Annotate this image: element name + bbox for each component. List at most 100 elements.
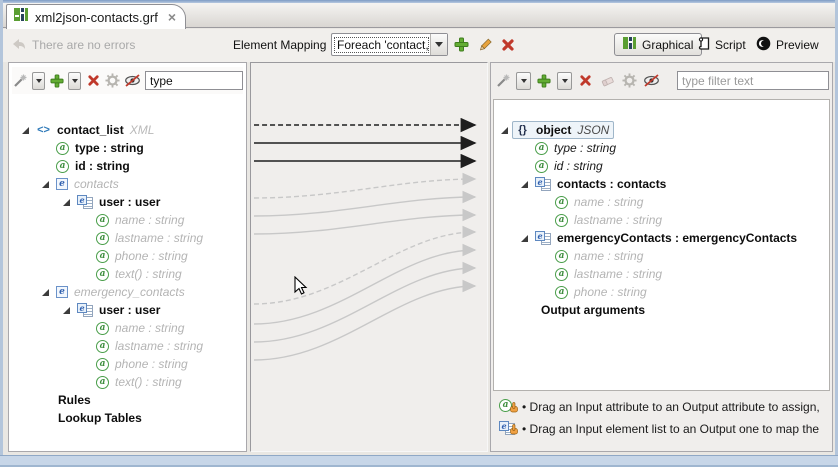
node-box: aphone : string <box>552 283 652 301</box>
mapping-line-phone-to-phone[interactable] <box>254 286 475 360</box>
editor-tab[interactable]: xml2json-contacts.grf × <box>6 4 186 29</box>
add-mapping-button[interactable] <box>453 36 470 53</box>
node-box: aname : string <box>93 211 189 229</box>
window-frame <box>0 455 838 467</box>
expand-arrow-icon[interactable] <box>521 181 528 188</box>
expand-arrow-icon[interactable] <box>42 289 49 296</box>
tree-node-text-string[interactable]: atext() : string <box>9 265 246 283</box>
expand-arrow-icon[interactable] <box>22 127 29 134</box>
tree-node-contact-list[interactable]: <>contact_listXML <box>9 121 246 139</box>
node-box: aphone : string <box>93 355 193 373</box>
xml-root-icon: <> <box>36 124 51 136</box>
hint-text: • Drag an Input attribute to an Output a… <box>522 400 820 414</box>
edit-mapping-pencil-icon[interactable] <box>476 36 493 53</box>
tree-section-output-arguments[interactable]: Output arguments <box>491 301 832 319</box>
tree-node-phone-string[interactable]: aphone : string <box>9 355 246 373</box>
node-label: lastname : string <box>115 229 203 247</box>
delete-mapping-button[interactable] <box>499 36 516 53</box>
expand-arrow-icon[interactable] <box>63 307 70 314</box>
node-box: eemergency_contacts <box>53 283 190 301</box>
tree-node-lastname-string[interactable]: alastname : string <box>491 211 832 229</box>
tree-node-name-string[interactable]: aname : string <box>9 211 246 229</box>
tree-node-text-string[interactable]: atext() : string <box>9 373 246 391</box>
mapping-editor-window: xml2json-contacts.grf × There are no err… <box>0 0 838 467</box>
tree-node-emergencycontacts-emergencycontacts[interactable]: eemergencyContacts : emergencyContacts <box>491 229 832 247</box>
tree-node-id-string[interactable]: aid : string <box>9 157 246 175</box>
attribute-icon: a <box>96 340 109 353</box>
attribute-icon: a <box>555 196 568 209</box>
tree-node-lastname-string[interactable]: alastname : string <box>9 337 246 355</box>
tree-node-lastname-string[interactable]: alastname : string <box>491 265 832 283</box>
tree-section-lookup-tables[interactable]: Lookup Tables <box>9 409 246 427</box>
element-list-drag-icon: e <box>499 421 517 438</box>
node-box: a phone : string <box>93 247 193 265</box>
editor-tab-strip: xml2json-contacts.grf × <box>3 3 835 28</box>
tree-node-lastname-string[interactable]: alastname : string <box>9 229 246 247</box>
tree-section-rules[interactable]: Rules <box>9 391 246 409</box>
tab-close-icon[interactable]: × <box>168 10 176 24</box>
tree-node-emergency-contacts[interactable]: eemergency_contacts <box>9 283 246 301</box>
view-button-label: Preview <box>776 38 819 52</box>
tree-node-type-string[interactable]: atype : string <box>491 139 832 157</box>
hint-attribute-drag: a • Drag an Input attribute to an Output… <box>499 397 820 417</box>
script-view-icon <box>696 36 710 54</box>
hand-icon <box>509 422 519 440</box>
status-message: There are no errors <box>32 38 135 52</box>
node-box: aid : string <box>53 157 135 175</box>
node-box: <>contact_listXML <box>33 121 159 139</box>
tree-node-user-user[interactable]: euser : user <box>9 301 246 319</box>
node-label: type : string <box>554 139 616 157</box>
expand-arrow-icon[interactable] <box>501 127 508 134</box>
node-label: lastname : string <box>574 211 662 229</box>
node-box: aid : string <box>532 157 608 175</box>
attribute-icon: a <box>535 160 548 173</box>
hint-text: • Drag an Input element list to an Outpu… <box>522 422 819 436</box>
tree-node-name-string[interactable]: aname : string <box>9 319 246 337</box>
expand-arrow-icon[interactable] <box>42 181 49 188</box>
node-box: econtacts : contacts <box>532 175 671 193</box>
view-button-label: Graphical <box>642 38 693 52</box>
mapping-line-lastname-to-lastname[interactable] <box>254 268 475 342</box>
tree-node-id-string[interactable]: aid : string <box>491 157 832 175</box>
view-preview-button[interactable]: Preview <box>748 33 827 56</box>
attribute-icon: a <box>56 160 69 173</box>
tree-node-type-string[interactable]: atype : string <box>9 139 246 157</box>
hand-icon <box>509 400 519 418</box>
mapping-line-name-to-name[interactable] <box>254 197 475 216</box>
tree-node-contacts[interactable]: econtacts <box>9 175 246 193</box>
mapping-line-name-to-name[interactable] <box>254 250 475 324</box>
tree-node-phone-string[interactable]: aphone : string <box>491 283 832 301</box>
output-tree: {}objectJSONatype : stringaid : stringec… <box>491 63 832 451</box>
expand-arrow-icon[interactable] <box>63 199 70 206</box>
mapping-line-lastname-to-lastname[interactable] <box>254 215 475 234</box>
tree-node-user-user[interactable]: euser : user <box>9 193 246 211</box>
node-label: phone : string <box>115 247 188 265</box>
view-script-button[interactable]: Script <box>688 33 754 56</box>
tree-node-contacts-contacts[interactable]: econtacts : contacts <box>491 175 832 193</box>
json-object-icon: {} <box>515 124 530 136</box>
node-label: contacts : contacts <box>557 175 666 193</box>
element-mapping-select[interactable]: Foreach 'contact, <box>331 33 448 56</box>
node-label: emergency_contacts <box>74 283 185 301</box>
expand-arrow-icon[interactable] <box>521 235 528 242</box>
tree-node-phone-string[interactable]: a phone : string <box>9 247 246 265</box>
node-box: atext() : string <box>93 373 187 391</box>
window-frame <box>0 0 3 467</box>
attribute-icon: a <box>96 250 109 263</box>
node-label: phone : string <box>115 355 188 373</box>
back-arrow-icon[interactable] <box>10 36 28 57</box>
element-list-icon: e <box>77 195 93 209</box>
node-box: alastname : string <box>552 265 667 283</box>
mapping-line-contacts-to-contacts[interactable] <box>254 179 475 198</box>
tree-node-name-string[interactable]: aname : string <box>491 247 832 265</box>
combo-dropdown-button[interactable] <box>430 34 447 55</box>
mapping-line-emergency-contacts-to-emergencycontacts[interactable] <box>254 232 475 304</box>
tree-node-object[interactable]: {}objectJSON <box>491 121 832 139</box>
attribute-icon: a <box>555 286 568 299</box>
attribute-drag-icon: a <box>499 399 517 416</box>
graphical-view-icon <box>623 36 637 53</box>
mapping-canvas[interactable] <box>250 62 488 452</box>
node-box: Lookup Tables <box>55 409 147 427</box>
tree-node-name-string[interactable]: aname : string <box>491 193 832 211</box>
attribute-icon: a <box>96 214 109 227</box>
